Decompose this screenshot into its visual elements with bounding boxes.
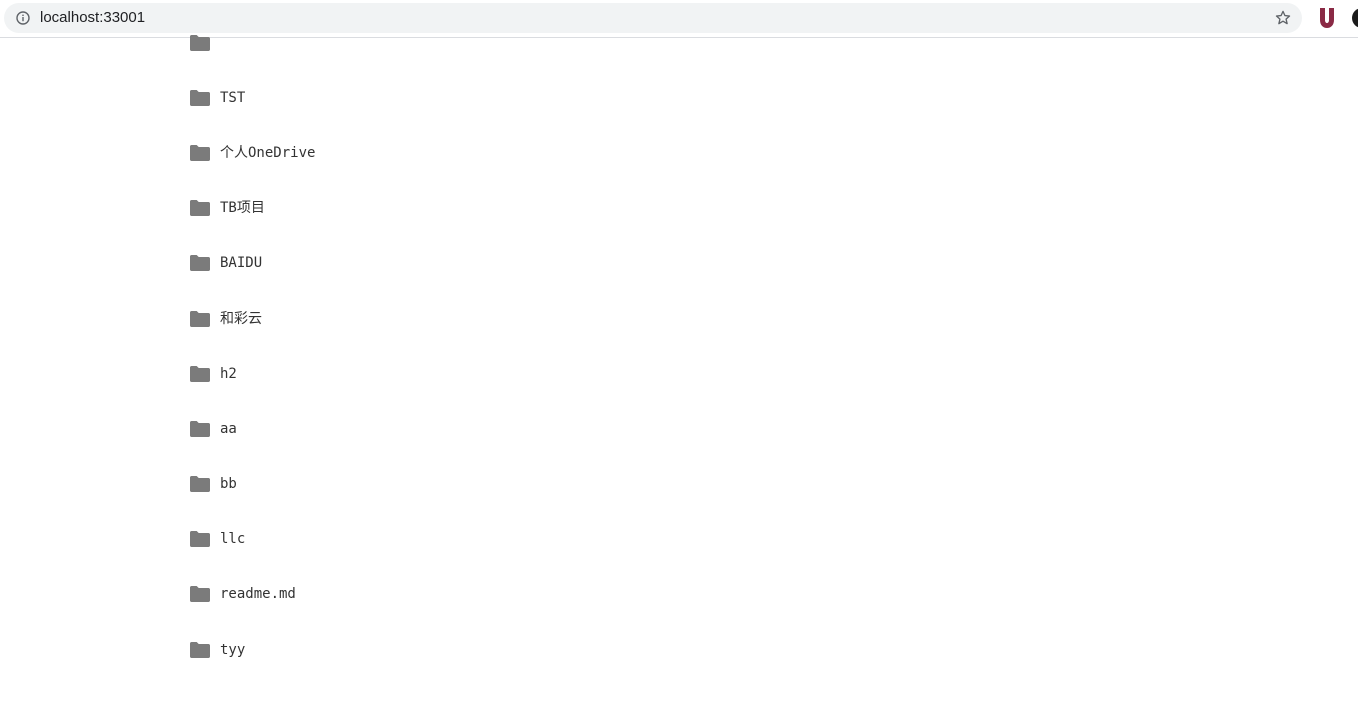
list-item[interactable]: tyy (190, 622, 315, 677)
file-name[interactable]: llc (220, 530, 245, 548)
list-item[interactable]: 和彩云 (190, 291, 315, 346)
list-item[interactable] (190, 15, 315, 70)
file-name[interactable]: tyy (220, 641, 245, 659)
folder-icon (190, 255, 210, 272)
folder-icon (190, 310, 210, 327)
file-name[interactable]: h2 (220, 365, 237, 383)
list-item[interactable]: bb (190, 457, 315, 512)
folder-icon (190, 89, 210, 106)
folder-icon (190, 365, 210, 382)
list-item[interactable]: 个人OneDrive (190, 125, 315, 180)
folder-icon (190, 34, 210, 51)
folder-icon (190, 641, 210, 658)
file-name[interactable]: TB项目 (220, 199, 265, 217)
list-item[interactable]: TB项目 (190, 181, 315, 236)
list-item[interactable]: h2 (190, 346, 315, 401)
folder-icon (190, 476, 210, 493)
list-item[interactable]: llc (190, 512, 315, 567)
folder-icon (190, 531, 210, 548)
extension-icon[interactable] (1352, 8, 1358, 28)
file-name[interactable]: 个人OneDrive (220, 144, 315, 162)
folder-icon (190, 200, 210, 217)
url-text[interactable]: localhost:33001 (40, 9, 145, 27)
directory-listing: TST 个人OneDrive TB项目 BAIDU 和彩云 h2 aa bb llc readme… (0, 34, 1358, 705)
file-name[interactable]: aa (220, 420, 237, 438)
star-icon[interactable] (1274, 9, 1292, 27)
folder-icon (190, 144, 210, 161)
list-item[interactable]: BAIDU (190, 236, 315, 291)
file-name[interactable]: TST (220, 89, 245, 107)
info-icon[interactable] (16, 11, 30, 25)
file-name[interactable]: BAIDU (220, 254, 262, 272)
file-name[interactable]: 和彩云 (220, 310, 262, 328)
file-name[interactable]: bb (220, 475, 237, 493)
u-extension-icon[interactable] (1318, 7, 1336, 29)
folder-icon (190, 420, 210, 437)
folder-icon (190, 586, 210, 603)
file-name[interactable]: readme.md (220, 585, 296, 603)
list-item[interactable]: TST (190, 70, 315, 125)
file-list: TST 个人OneDrive TB项目 BAIDU 和彩云 h2 aa bb llc readme… (190, 15, 315, 677)
list-item[interactable]: aa (190, 401, 315, 456)
list-item[interactable]: readme.md (190, 567, 315, 622)
